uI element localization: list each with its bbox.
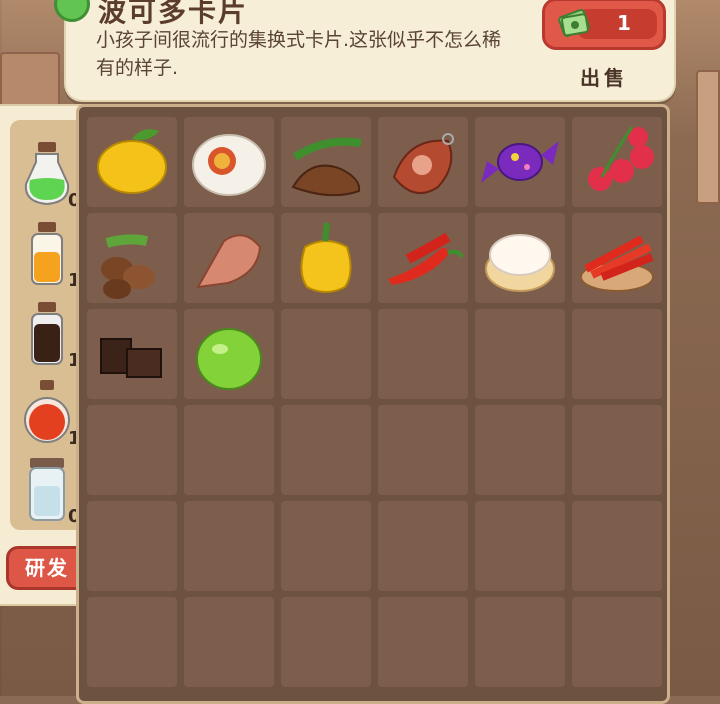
inventory-slot[interactable] [281, 597, 371, 687]
salt-jar-icon[interactable] [22, 456, 72, 524]
chili-bowl-icon[interactable] [572, 213, 662, 303]
inventory-slot[interactable] [281, 309, 371, 399]
tamarind-icon[interactable] [281, 117, 371, 207]
chocolate-icon[interactable] [87, 309, 177, 399]
lychee-icon[interactable] [572, 117, 662, 207]
boiled-egg-icon[interactable] [184, 117, 274, 207]
inventory-slot[interactable] [475, 405, 565, 495]
candy-icon[interactable] [475, 117, 565, 207]
coffee-beans-icon[interactable] [87, 213, 177, 303]
sell-button[interactable]: 出售 [580, 62, 628, 91]
lemon-icon[interactable] [87, 117, 177, 207]
inventory-slot[interactable] [87, 501, 177, 591]
inventory-slot[interactable] [475, 309, 565, 399]
inventory-slot[interactable] [475, 501, 565, 591]
price-button[interactable]: 1 [542, 0, 666, 50]
ham-icon[interactable] [378, 117, 468, 207]
inventory-slot[interactable] [572, 309, 662, 399]
inventory-slot[interactable] [184, 501, 274, 591]
money-icon [558, 9, 590, 37]
fish-jerky-icon[interactable] [184, 213, 274, 303]
inventory-slot[interactable] [378, 309, 468, 399]
inventory-slot[interactable] [281, 405, 371, 495]
inventory-slot[interactable] [184, 597, 274, 687]
inventory-slot[interactable] [87, 597, 177, 687]
inventory-slot[interactable] [184, 405, 274, 495]
inventory-slot[interactable] [572, 597, 662, 687]
cream-puff-icon[interactable] [475, 213, 565, 303]
red-potion-icon[interactable] [22, 378, 72, 446]
item-info-card: 波可多卡片 小孩子间很流行的集换式卡片.这张似乎不怎么稀有的样子. 1 出售 [54, 0, 676, 102]
dark-potion-icon[interactable] [22, 300, 72, 368]
orange-potion-icon[interactable] [22, 220, 72, 288]
inventory-slot[interactable] [378, 405, 468, 495]
inventory-slot[interactable] [378, 597, 468, 687]
inventory-slot[interactable] [281, 501, 371, 591]
yellow-pepper-icon[interactable] [281, 213, 371, 303]
inventory-grid [76, 104, 670, 704]
price-value: 1 [617, 11, 631, 35]
green-potion-icon[interactable] [22, 140, 72, 208]
item-description: 小孩子间很流行的集换式卡片.这张似乎不怎么稀有的样子. [96, 29, 502, 79]
inventory-slot[interactable] [378, 501, 468, 591]
inventory-slot[interactable] [572, 501, 662, 591]
crate-right [696, 70, 720, 204]
inventory-slot[interactable] [475, 597, 565, 687]
red-chili-icon[interactable] [378, 213, 468, 303]
inventory-slot[interactable] [572, 405, 662, 495]
lime-icon[interactable] [184, 309, 274, 399]
inventory-slot[interactable] [87, 405, 177, 495]
